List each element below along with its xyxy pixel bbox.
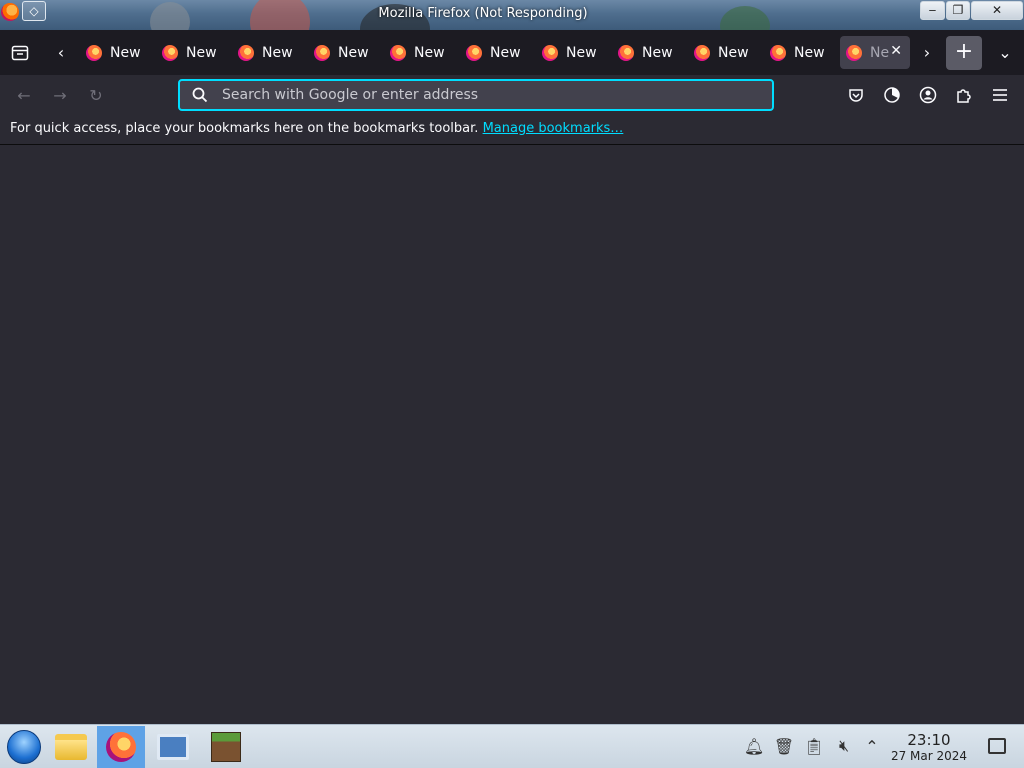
address-bar[interactable]: [178, 79, 774, 111]
search-icon: [192, 87, 208, 103]
clipboard-icon[interactable]: 📋︎: [802, 733, 826, 759]
scroll-tabs-left-button[interactable]: ‹: [46, 36, 76, 69]
tab-label: New: [262, 44, 293, 61]
forward-button[interactable]: →: [44, 79, 76, 111]
hamburger-menu-icon: [993, 89, 1007, 101]
window-title: Mozilla Firefox (Not Responding): [378, 6, 588, 21]
firefox-view-icon: [11, 45, 29, 60]
reload-button[interactable]: ↻: [80, 79, 112, 111]
clock-time: 23:10: [907, 731, 951, 749]
clock-date: 27 Mar 2024: [890, 749, 968, 763]
taskbar-minecraft[interactable]: [202, 726, 250, 768]
sync-progress-button[interactable]: [876, 79, 908, 111]
arrow-right-icon: →: [53, 85, 67, 105]
minecraft-icon: [211, 732, 241, 762]
tab[interactable]: New: [80, 36, 154, 69]
window-titlebar[interactable]: ◇ Mozilla Firefox (Not Responding) ‒ ❐ ✕: [0, 0, 1024, 30]
tab[interactable]: New: [232, 36, 306, 69]
maximize-button[interactable]: ❐: [946, 1, 970, 20]
tab-active[interactable]: Ne ✕: [840, 36, 910, 69]
firefox-favicon-icon: [390, 44, 406, 61]
firefox-favicon-icon: [542, 44, 558, 61]
taskbar: 🔔︎ 🗑︎ 📋︎ 🔇︎ ⌃ 23:10 27 Mar 2024: [0, 724, 1024, 768]
firefox-favicon-icon: [694, 44, 710, 61]
tab-label: Ne: [870, 44, 890, 61]
start-orb-icon: [7, 730, 41, 764]
firefox-favicon-icon: [846, 44, 862, 61]
new-tab-button[interactable]: +: [946, 36, 982, 70]
scroll-tabs-right-button[interactable]: ›: [912, 36, 942, 69]
reload-icon: ↻: [89, 85, 103, 105]
tab[interactable]: New: [688, 36, 762, 69]
firefox-view-button[interactable]: [5, 36, 35, 69]
tab[interactable]: New: [384, 36, 458, 69]
arrow-left-icon: ←: [17, 85, 31, 105]
firefox-icon: [106, 732, 136, 762]
app-menu-button[interactable]: [984, 79, 1016, 111]
tab[interactable]: New: [536, 36, 610, 69]
tab[interactable]: New: [156, 36, 230, 69]
start-menu-button[interactable]: [0, 726, 48, 768]
account-button[interactable]: [912, 79, 944, 111]
page-content-area[interactable]: [0, 145, 1024, 724]
list-all-tabs-button[interactable]: ⌄: [990, 36, 1020, 69]
tab-label: New: [186, 44, 217, 61]
pocket-button[interactable]: [840, 79, 872, 111]
trash-icon[interactable]: 🗑︎: [772, 733, 796, 759]
timer-icon: [884, 87, 900, 103]
manage-bookmarks-link[interactable]: Manage bookmarks…: [483, 121, 624, 136]
firefox-favicon-icon: [238, 44, 254, 61]
close-tab-icon[interactable]: ✕: [890, 43, 902, 59]
taskbar-file-manager[interactable]: [47, 726, 95, 768]
system-settings-icon: [157, 734, 189, 760]
tab-label: New: [794, 44, 825, 61]
tab[interactable]: New: [612, 36, 686, 69]
firefox-favicon-icon: [86, 44, 102, 61]
tab-label: New: [338, 44, 369, 61]
account-icon: [919, 86, 937, 104]
tab-label: New: [642, 44, 673, 61]
tab-strip: ‹ New New New New New New New New New Ne…: [0, 30, 1024, 75]
tab-label: New: [490, 44, 521, 61]
extensions-button[interactable]: [948, 79, 980, 111]
firefox-favicon-icon: [466, 44, 482, 61]
tab-label: New: [718, 44, 749, 61]
taskbar-firefox[interactable]: [97, 726, 145, 768]
chevron-right-icon: ›: [923, 43, 931, 62]
minimize-button[interactable]: ‒: [920, 1, 945, 20]
chevron-up-icon: ⌃: [865, 736, 879, 756]
tab-label: New: [414, 44, 445, 61]
show-desktop-button[interactable]: [988, 738, 1006, 754]
puzzle-icon: [957, 89, 971, 103]
taskbar-system-settings[interactable]: [149, 726, 197, 768]
firefox-favicon-icon: [618, 44, 634, 61]
chevron-down-icon: ⌄: [998, 43, 1012, 62]
pocket-icon: [849, 89, 863, 102]
clock[interactable]: 23:10 27 Mar 2024: [884, 731, 974, 763]
chevron-left-icon: ‹: [57, 43, 65, 62]
bookmarks-empty-message: For quick access, place your bookmarks h…: [10, 121, 479, 136]
navigation-toolbar: ← → ↻: [0, 75, 1024, 115]
url-input[interactable]: [222, 87, 762, 103]
bookmarks-toolbar: For quick access, place your bookmarks h…: [0, 115, 1024, 145]
tab[interactable]: New: [764, 36, 838, 69]
show-hidden-icons-button[interactable]: ⌃: [860, 733, 884, 759]
tab[interactable]: New: [308, 36, 382, 69]
tab-label: New: [566, 44, 597, 61]
notifications-icon[interactable]: 🔔︎: [742, 733, 766, 759]
firefox-favicon-icon: [162, 44, 178, 61]
back-button[interactable]: ←: [8, 79, 40, 111]
folder-icon: [55, 734, 87, 760]
firefox-favicon-icon: [770, 44, 786, 61]
volume-muted-icon[interactable]: 🔇︎: [832, 733, 856, 759]
firefox-favicon-icon: [314, 44, 330, 61]
close-window-button[interactable]: ✕: [971, 1, 1023, 20]
tab[interactable]: New: [460, 36, 534, 69]
tab-label: New: [110, 44, 141, 61]
